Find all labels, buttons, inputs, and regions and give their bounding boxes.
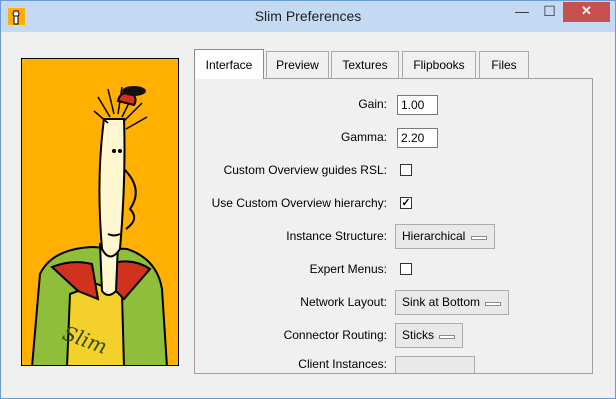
gamma-input[interactable]	[397, 128, 438, 148]
gain-label: Gain:	[358, 97, 387, 111]
dialog-client-area: Slim Interface Preview Textures Flipbook…	[8, 32, 608, 393]
connector-routing-row: Connector Routing: Sticks	[195, 323, 592, 348]
option-menu-indicator-icon	[439, 335, 455, 339]
tab-textures[interactable]: Textures	[331, 51, 399, 79]
instance-structure-label: Instance Structure:	[286, 229, 387, 243]
option-menu-indicator-icon	[485, 302, 501, 306]
connector-routing-menu-button[interactable]: Sticks	[395, 323, 463, 348]
maximize-button[interactable]: ☐	[536, 2, 563, 22]
gamma-row: Gamma:	[195, 128, 592, 148]
use-custom-overview-hierarchy-label: Use Custom Overview hierarchy:	[211, 196, 387, 210]
expert-menus-checkbox[interactable]	[400, 263, 412, 275]
instance-structure-value: Hierarchical	[402, 229, 466, 243]
title-bar[interactable]: Slim Preferences — ☐ ✕	[1, 1, 615, 32]
use-custom-overview-hierarchy-row: Use Custom Overview hierarchy: ✓	[195, 194, 592, 214]
instance-structure-menu-button[interactable]: Hierarchical	[395, 224, 495, 249]
slim-mascot-illustration: Slim	[21, 58, 179, 366]
network-layout-label: Network Layout:	[300, 295, 387, 309]
interface-tab-panel: Gain: Gamma: Custom Overview guides RSL:…	[194, 78, 593, 374]
client-instances-row: Client Instances:	[195, 356, 592, 373]
network-layout-value: Sink at Bottom	[402, 295, 481, 309]
option-menu-indicator-icon	[471, 236, 487, 240]
tab-files[interactable]: Files	[479, 51, 529, 79]
close-button[interactable]: ✕	[563, 2, 610, 22]
client-instances-label: Client Instances:	[298, 357, 387, 371]
tab-preview[interactable]: Preview	[266, 51, 329, 79]
custom-overview-guides-checkbox[interactable]	[400, 164, 412, 176]
minimize-button[interactable]: —	[508, 2, 536, 22]
custom-overview-guides-label: Custom Overview guides RSL:	[223, 163, 387, 177]
expert-menus-label: Expert Menus:	[309, 262, 387, 276]
connector-routing-value: Sticks	[402, 328, 435, 342]
gamma-label: Gamma:	[340, 130, 387, 144]
connector-routing-label: Connector Routing:	[283, 328, 387, 342]
gain-row: Gain:	[195, 95, 592, 115]
expert-menus-row: Expert Menus:	[195, 260, 592, 280]
custom-overview-guides-row: Custom Overview guides RSL:	[195, 161, 592, 181]
instance-structure-row: Instance Structure: Hierarchical	[195, 224, 592, 249]
client-instances-menu-button[interactable]	[395, 356, 475, 373]
network-layout-menu-button[interactable]: Sink at Bottom	[395, 290, 509, 315]
gain-input[interactable]	[397, 95, 438, 115]
tab-flipbooks[interactable]: Flipbooks	[402, 51, 476, 79]
tab-interface[interactable]: Interface	[194, 49, 264, 79]
preferences-window: Slim Preferences — ☐ ✕ Slim Interface Pr…	[0, 0, 616, 399]
use-custom-overview-hierarchy-checkbox[interactable]: ✓	[400, 197, 412, 209]
network-layout-row: Network Layout: Sink at Bottom	[195, 290, 592, 315]
